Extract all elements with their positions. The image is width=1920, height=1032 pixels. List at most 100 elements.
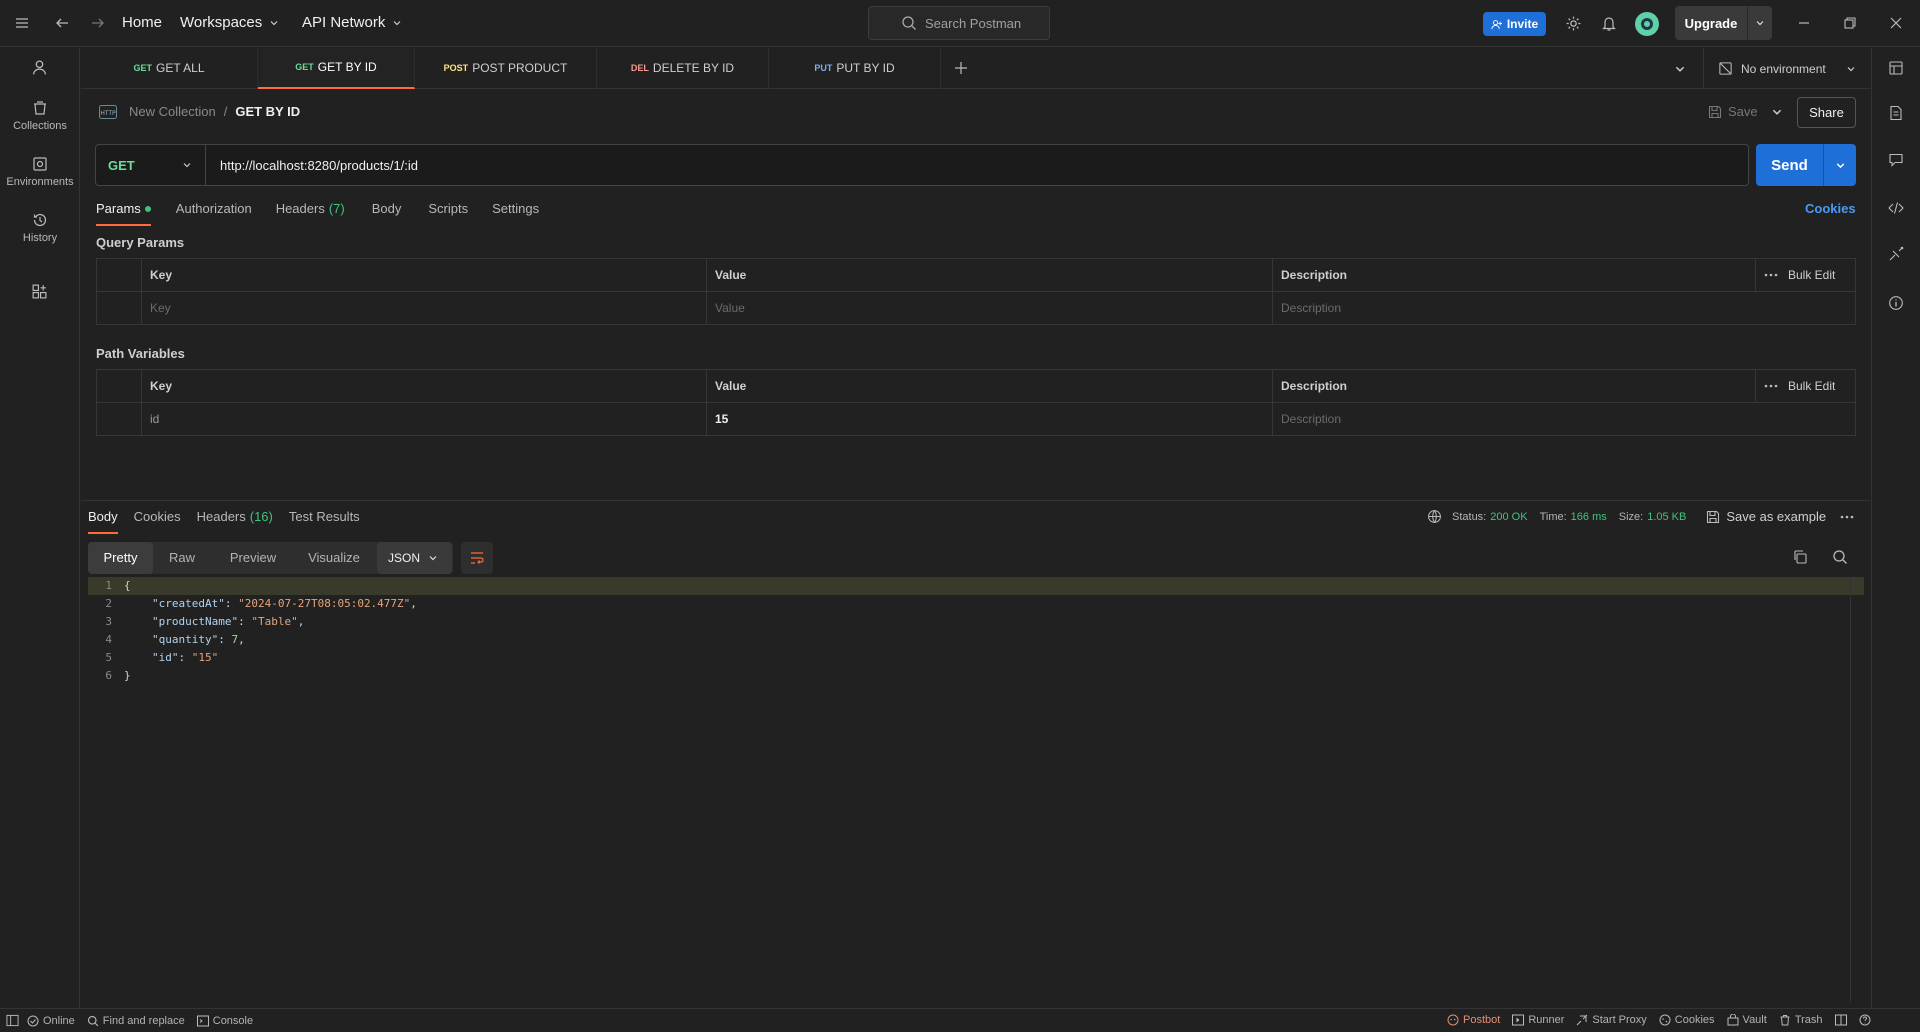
nav-api-network[interactable]: API Network: [302, 14, 402, 31]
view-raw[interactable]: Raw: [153, 542, 211, 574]
time-value[interactable]: 166 ms: [1571, 511, 1607, 523]
menu-icon[interactable]: [14, 15, 30, 31]
user-icon[interactable]: [31, 59, 48, 76]
copy-icon[interactable]: [1792, 549, 1808, 565]
bulk-edit-link[interactable]: Bulk Edit: [1788, 268, 1835, 282]
add-user-icon: [1491, 19, 1502, 30]
tab-headers[interactable]: Headers (7): [276, 201, 345, 226]
tab-get-all[interactable]: GET GET ALL: [81, 47, 258, 89]
tab-scripts[interactable]: Scripts: [428, 201, 468, 226]
breadcrumb-collection[interactable]: New Collection: [129, 104, 216, 119]
forward-arrow-icon[interactable]: [90, 15, 106, 31]
back-arrow-icon[interactable]: [54, 15, 70, 31]
response-body-editor[interactable]: 1 { 2 "createdAt": "2024-07-27T08:05:02.…: [88, 577, 1864, 685]
restore-window-icon[interactable]: [1843, 16, 1857, 30]
nav-workspaces[interactable]: Workspaces: [180, 14, 279, 31]
view-pretty[interactable]: Pretty: [88, 542, 153, 574]
cookies-link[interactable]: Cookies: [1805, 201, 1856, 216]
close-window-icon[interactable]: [1889, 16, 1903, 30]
find-and-replace[interactable]: Find and replace: [87, 1015, 185, 1027]
start-proxy-button[interactable]: Start Proxy: [1576, 1014, 1647, 1026]
request-response-divider[interactable]: [81, 500, 1871, 501]
method-select[interactable]: GET: [96, 145, 206, 185]
environment-selector[interactable]: No environment: [1703, 48, 1871, 89]
code-line: 3 "productName": "Table",: [88, 613, 1864, 631]
settings-gear-icon[interactable]: [1565, 15, 1582, 32]
search-input[interactable]: Search Postman: [868, 6, 1050, 40]
upgrade-dropdown-chevron-icon[interactable]: [1748, 18, 1772, 28]
param-value-input[interactable]: Value: [706, 291, 1273, 325]
save-button[interactable]: Save: [1708, 104, 1758, 119]
avatar[interactable]: [1635, 12, 1659, 36]
toggle-sidebar-icon[interactable]: [6, 1014, 19, 1027]
related-collections-icon[interactable]: [1888, 246, 1904, 262]
path-variable-value-input[interactable]: 15: [706, 402, 1273, 436]
trash-label: Trash: [1794, 1014, 1823, 1026]
wrap-lines-toggle[interactable]: [461, 542, 493, 574]
tab-params[interactable]: Params: [96, 201, 151, 226]
help-icon[interactable]: [1859, 1014, 1871, 1026]
globe-icon[interactable]: [1427, 509, 1442, 524]
tab-body[interactable]: Body: [372, 201, 402, 226]
response-tab-cookies[interactable]: Cookies: [134, 509, 181, 534]
invite-button[interactable]: Invite: [1483, 12, 1546, 36]
postbot-button[interactable]: Postbot: [1447, 1014, 1500, 1026]
view-visualize[interactable]: Visualize: [295, 542, 373, 574]
console-button[interactable]: Console: [196, 1015, 253, 1027]
sidebar-item-history[interactable]: History: [0, 212, 80, 244]
save-options-chevron-icon[interactable]: [1771, 106, 1783, 118]
format-select[interactable]: JSON: [377, 542, 452, 574]
view-preview[interactable]: Preview: [211, 542, 295, 574]
bulk-edit-link[interactable]: Bulk Edit: [1788, 379, 1835, 393]
param-description-input[interactable]: Description: [1272, 291, 1856, 325]
line-number: 2: [105, 597, 112, 610]
online-status[interactable]: Online: [27, 1015, 75, 1027]
runner-button[interactable]: Runner: [1512, 1014, 1564, 1026]
url-input[interactable]: http://localhost:8280/products/1/:id: [206, 158, 1748, 173]
documentation-icon[interactable]: [1888, 105, 1904, 121]
send-button[interactable]: Send: [1756, 157, 1823, 174]
send-options-chevron-icon[interactable]: [1824, 160, 1856, 171]
status-value[interactable]: 200 OK: [1490, 511, 1527, 523]
tab-get-by-id[interactable]: GET GET BY ID: [258, 47, 415, 89]
share-button[interactable]: Share: [1797, 97, 1856, 128]
new-tab-plus-icon[interactable]: [941, 61, 981, 75]
editor-scrollbar[interactable]: [1850, 577, 1864, 1002]
two-pane-layout-icon[interactable]: [1834, 1014, 1847, 1026]
tab-authorization[interactable]: Authorization: [176, 201, 252, 226]
trash-button[interactable]: Trash: [1779, 1014, 1823, 1026]
vault-button[interactable]: Vault: [1727, 1014, 1767, 1026]
response-tab-headers[interactable]: Headers (16): [197, 509, 273, 534]
environment-quick-look-icon[interactable]: [1888, 60, 1904, 76]
sidebar-item-collections[interactable]: Collections: [0, 100, 80, 132]
tabs-overflow-chevron-icon[interactable]: [1674, 63, 1686, 75]
comments-icon[interactable]: [1888, 152, 1904, 168]
size-value[interactable]: 1.05 KB: [1647, 511, 1686, 523]
cookies-button[interactable]: Cookies: [1659, 1014, 1715, 1026]
info-icon[interactable]: [1888, 295, 1904, 311]
upgrade-button[interactable]: Upgrade: [1675, 16, 1747, 31]
code-icon[interactable]: [1888, 200, 1904, 216]
tab-post-product[interactable]: POST POST PRODUCT: [415, 47, 597, 89]
more-options-icon[interactable]: [1840, 515, 1854, 519]
more-options-icon[interactable]: [1764, 273, 1778, 277]
response-tab-test-results[interactable]: Test Results: [289, 509, 360, 534]
add-workbench-icon[interactable]: [31, 283, 48, 300]
notifications-bell-icon[interactable]: [1601, 15, 1617, 32]
param-key-input[interactable]: Key: [141, 291, 707, 325]
column-header-value: Value: [706, 369, 1273, 403]
query-params-title: Query Params: [96, 235, 185, 250]
response-tab-body[interactable]: Body: [88, 509, 118, 534]
more-options-icon[interactable]: [1764, 384, 1778, 388]
method-badge: DEL: [630, 63, 649, 73]
nav-home[interactable]: Home: [122, 14, 162, 31]
tab-settings[interactable]: Settings: [492, 201, 539, 226]
save-as-example-button[interactable]: Save as example: [1706, 509, 1826, 524]
minimize-icon[interactable]: [1797, 16, 1811, 30]
search-icon[interactable]: [1832, 549, 1848, 565]
sidebar-item-environments[interactable]: Environments: [0, 156, 80, 188]
breadcrumb-request-name[interactable]: GET BY ID: [235, 104, 300, 119]
tab-put-by-id[interactable]: PUT PUT BY ID: [769, 47, 941, 89]
path-variable-description-input[interactable]: Description: [1272, 402, 1856, 436]
tab-delete-by-id[interactable]: DEL DELETE BY ID: [597, 47, 769, 89]
